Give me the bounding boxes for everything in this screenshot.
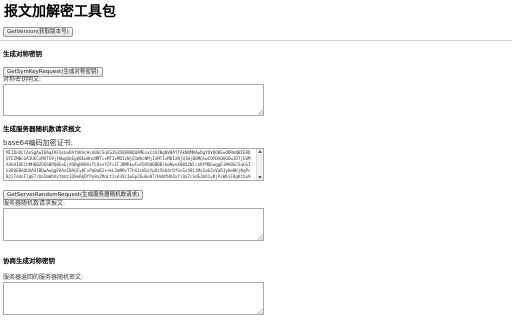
page: 报文加解密工具包 GetVersion(获取版本号) 生成对称密钥 GetSym… (0, 0, 512, 320)
server-random-textarea[interactable] (3, 208, 264, 241)
get-server-random-button[interactable]: GetServerRandomRequest(生成服务器随机数请求) (3, 190, 144, 200)
cert-text: MIIDnDCCAoSgAwIBAgIKFQsbeDAfXKAcHsA0GCSq… (6, 150, 251, 179)
scroll-up-arrow-icon[interactable] (258, 150, 262, 153)
page-title: 报文加解密工具包 (4, 4, 116, 20)
cert-scrollbar[interactable] (256, 149, 263, 180)
scroll-down-arrow-icon[interactable] (258, 176, 262, 179)
server-cipher-textarea-wrap (3, 282, 264, 315)
negotiate-heading: 协商生成对称密钥 (3, 257, 55, 265)
cert-label: base64编码加密证书: (3, 139, 73, 147)
get-version-button[interactable]: GetVersion(获取版本号) (3, 27, 73, 37)
server-random-textarea-wrap (3, 208, 264, 241)
server-cipher-textarea[interactable] (3, 282, 264, 315)
resize-grip-icon[interactable] (258, 235, 263, 240)
server-random-label: 服务器随机数请求报文: (3, 200, 66, 207)
server-cipher-label: 服务器返回的服务器随机密文: (3, 274, 84, 281)
sym-key-textarea[interactable] (3, 84, 264, 116)
cert-textarea[interactable]: MIIDnDCCAoSgAwIBAgIKFQsbeDAfXKAcHsA0GCSq… (3, 148, 264, 181)
divider (0, 40, 512, 41)
sym-key-heading: 生成对称密钥 (3, 50, 42, 58)
sym-key-label: 对称密钥明文: (3, 76, 42, 83)
resize-grip-icon[interactable] (258, 309, 263, 314)
sym-key-textarea-wrap (3, 84, 264, 116)
server-random-heading: 生成服务器随机数请求报文 (3, 125, 81, 133)
resize-grip-icon[interactable] (258, 110, 263, 115)
